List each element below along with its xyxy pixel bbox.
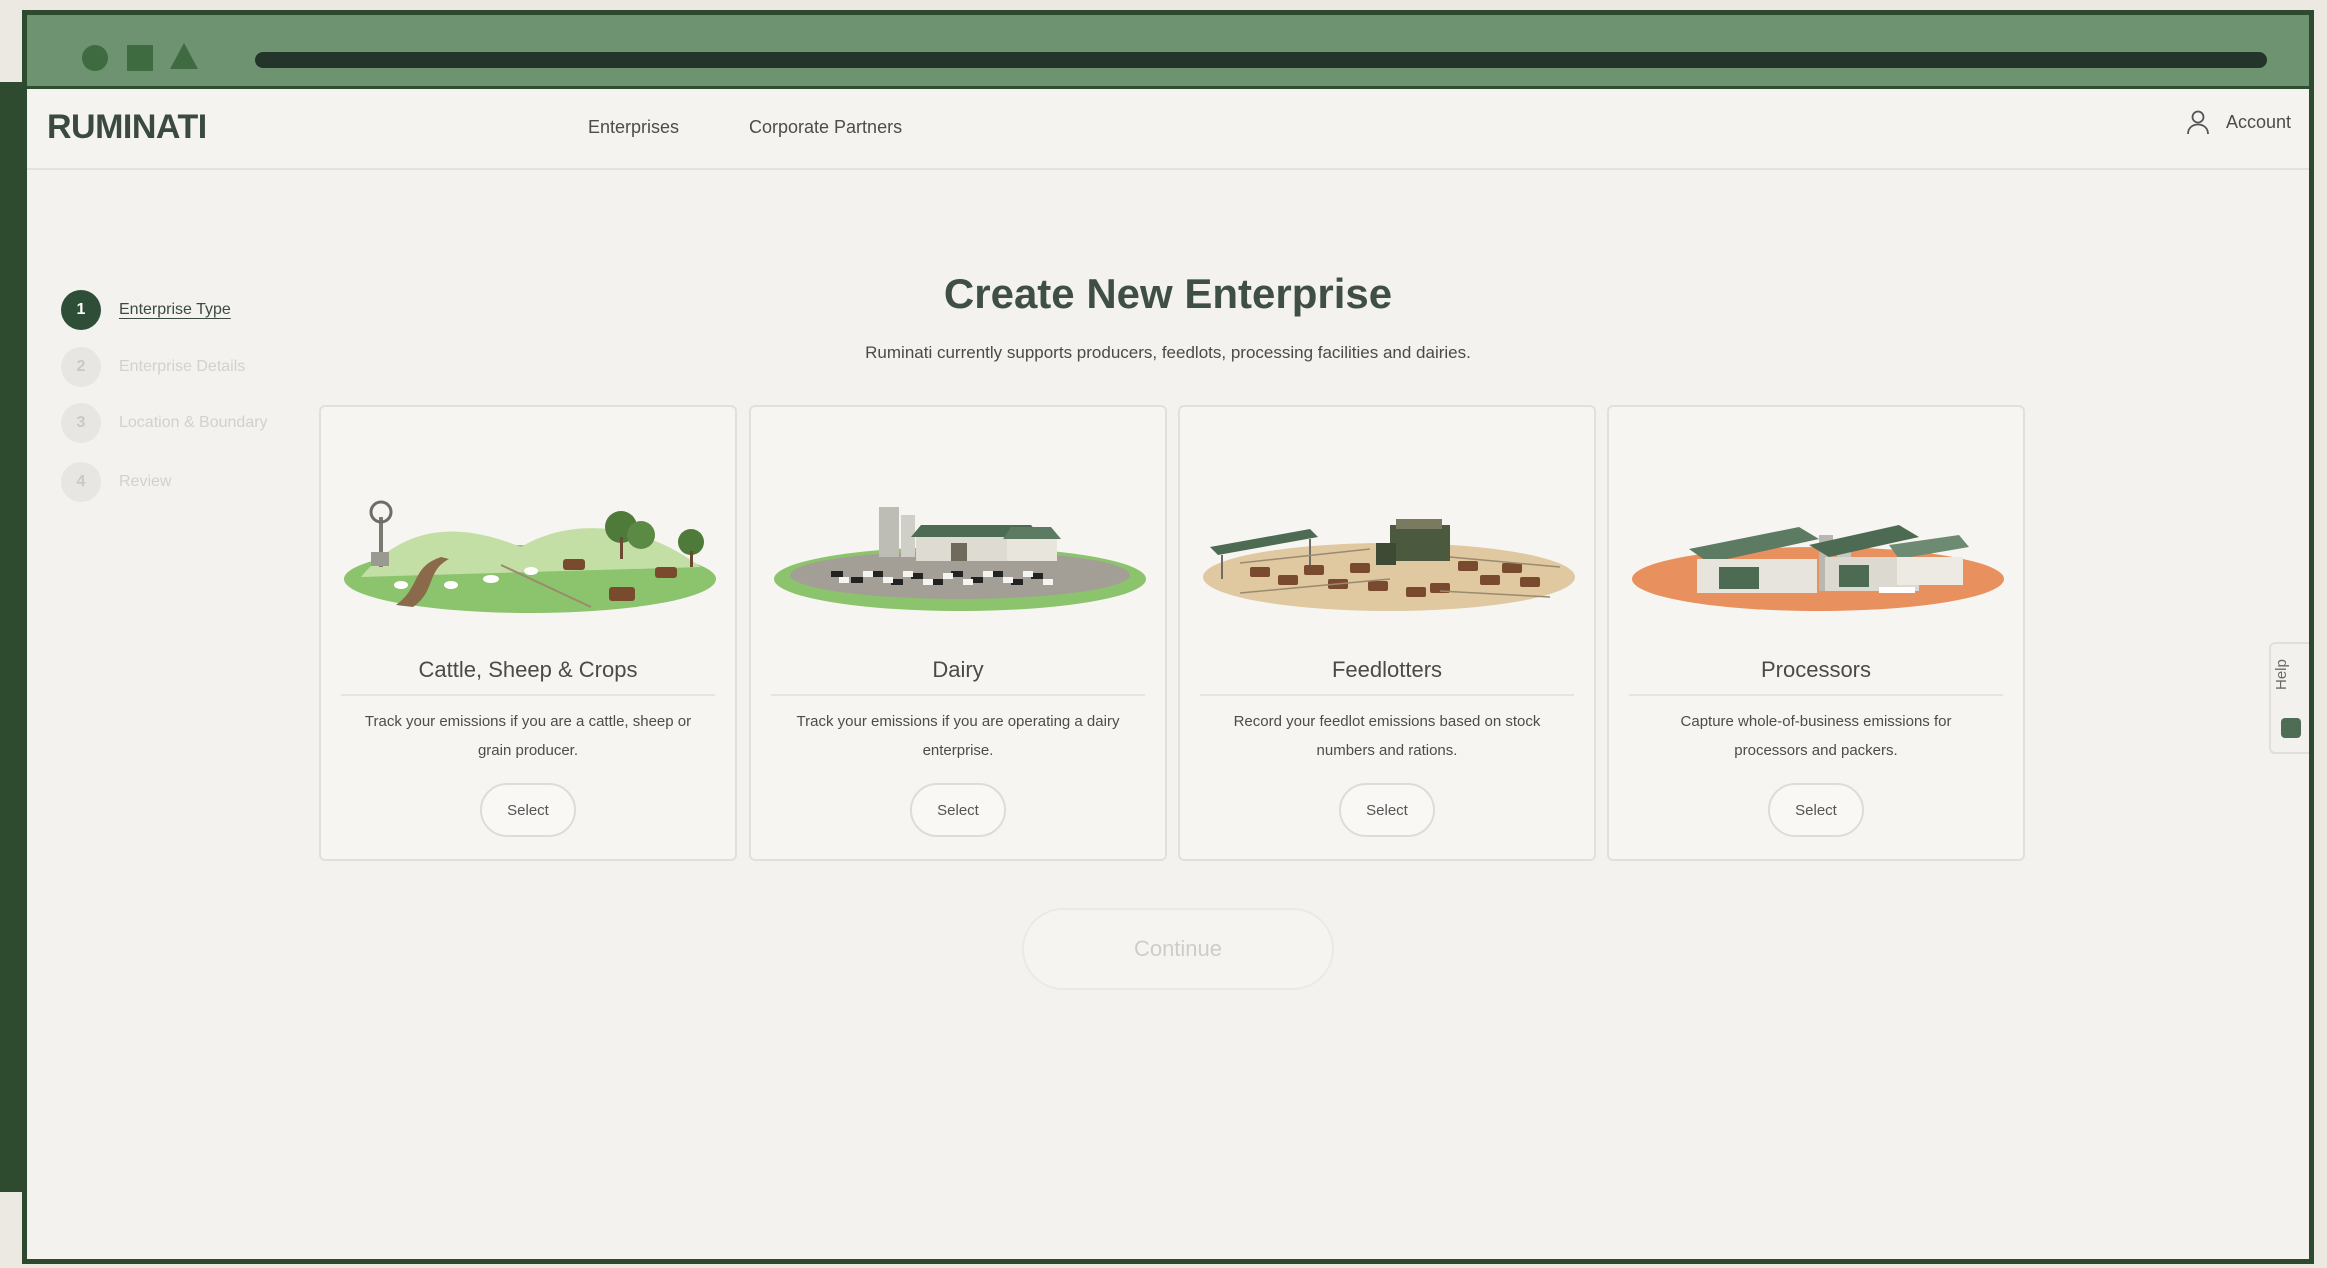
window-circle-control[interactable]	[82, 45, 108, 71]
feedlot-illustration-icon	[1203, 519, 1575, 611]
window-triangle-control[interactable]	[170, 43, 198, 69]
account-menu[interactable]: Account	[2184, 108, 2291, 136]
title-container: Create New Enterprise	[27, 270, 2309, 318]
step-number: 4	[61, 462, 101, 502]
nav-link-enterprises[interactable]: Enterprises	[588, 117, 679, 138]
dairy-illustration-icon	[774, 507, 1146, 611]
card-title: Dairy	[932, 657, 984, 682]
help-tab[interactable]: Help	[2269, 642, 2309, 754]
card-description: Track your emissions if you are operatin…	[796, 713, 1120, 759]
farm-illustration-icon	[344, 500, 716, 613]
account-label: Account	[2225, 111, 2291, 132]
card-title: Cattle, Sheep & Crops	[418, 657, 638, 682]
top-navigation: RUMINATI Enterprises Corporate Partners …	[27, 92, 2309, 170]
nav-link-corporate-partners[interactable]: Corporate Partners	[749, 117, 902, 138]
enterprise-card-processors[interactable]: Processors Capture whole-of-business emi…	[1607, 405, 2025, 861]
browser-chrome	[27, 15, 2309, 89]
select-button-dairy[interactable]: Select	[910, 783, 1006, 837]
select-button-cattle-sheep-crops[interactable]: Select	[480, 783, 576, 837]
window-square-control[interactable]	[127, 45, 153, 71]
enterprise-card-feedlotters[interactable]: Feedlotters Record your feedlot emission…	[1178, 405, 1596, 861]
continue-button[interactable]: Continue	[1022, 908, 1334, 990]
page-subtitle: Ruminati currently supports producers, f…	[865, 343, 1471, 362]
enterprise-type-cards: Cattle, Sheep & Crops Track your emissio…	[319, 405, 2029, 865]
card-divider	[1200, 694, 1574, 696]
processor-illustration-icon	[1632, 525, 2004, 611]
card-description: Record your feedlot emissions based on s…	[1233, 713, 1541, 759]
card-divider	[771, 694, 1145, 696]
card-title: Processors	[1760, 657, 1872, 682]
select-button-feedlotters[interactable]: Select	[1339, 783, 1435, 837]
page-title: Create New Enterprise	[943, 270, 1393, 317]
user-icon	[2187, 110, 2209, 135]
enterprise-card-dairy[interactable]: Dairy Track your emissions if you are op…	[749, 405, 1167, 861]
card-description: Track your emissions if you are a cattle…	[364, 713, 692, 759]
step-number: 3	[61, 403, 101, 443]
address-bar[interactable]	[255, 52, 2267, 68]
step-review: 4 Review	[61, 462, 279, 502]
subtitle-container: Ruminati currently supports producers, f…	[27, 343, 2309, 363]
card-description: Capture whole-of-business emissions for …	[1680, 713, 1952, 759]
card-title: Feedlotters	[1331, 657, 1443, 682]
step-label: Review	[119, 473, 172, 490]
step-location-boundary: 3 Location & Boundary	[61, 403, 279, 443]
browser-window: RUMINATI Enterprises Corporate Partners …	[22, 10, 2314, 1264]
step-label: Location & Boundary	[119, 414, 268, 431]
left-frame-strip	[0, 82, 24, 1192]
help-label: Help	[2273, 659, 2290, 690]
ruminati-logo[interactable]: RUMINATI	[47, 108, 207, 147]
card-divider	[1629, 694, 2003, 696]
enterprise-card-cattle-sheep-crops[interactable]: Cattle, Sheep & Crops Track your emissio…	[319, 405, 737, 861]
help-icon	[2281, 718, 2301, 738]
card-divider	[341, 694, 715, 696]
select-button-processors[interactable]: Select	[1768, 783, 1864, 837]
